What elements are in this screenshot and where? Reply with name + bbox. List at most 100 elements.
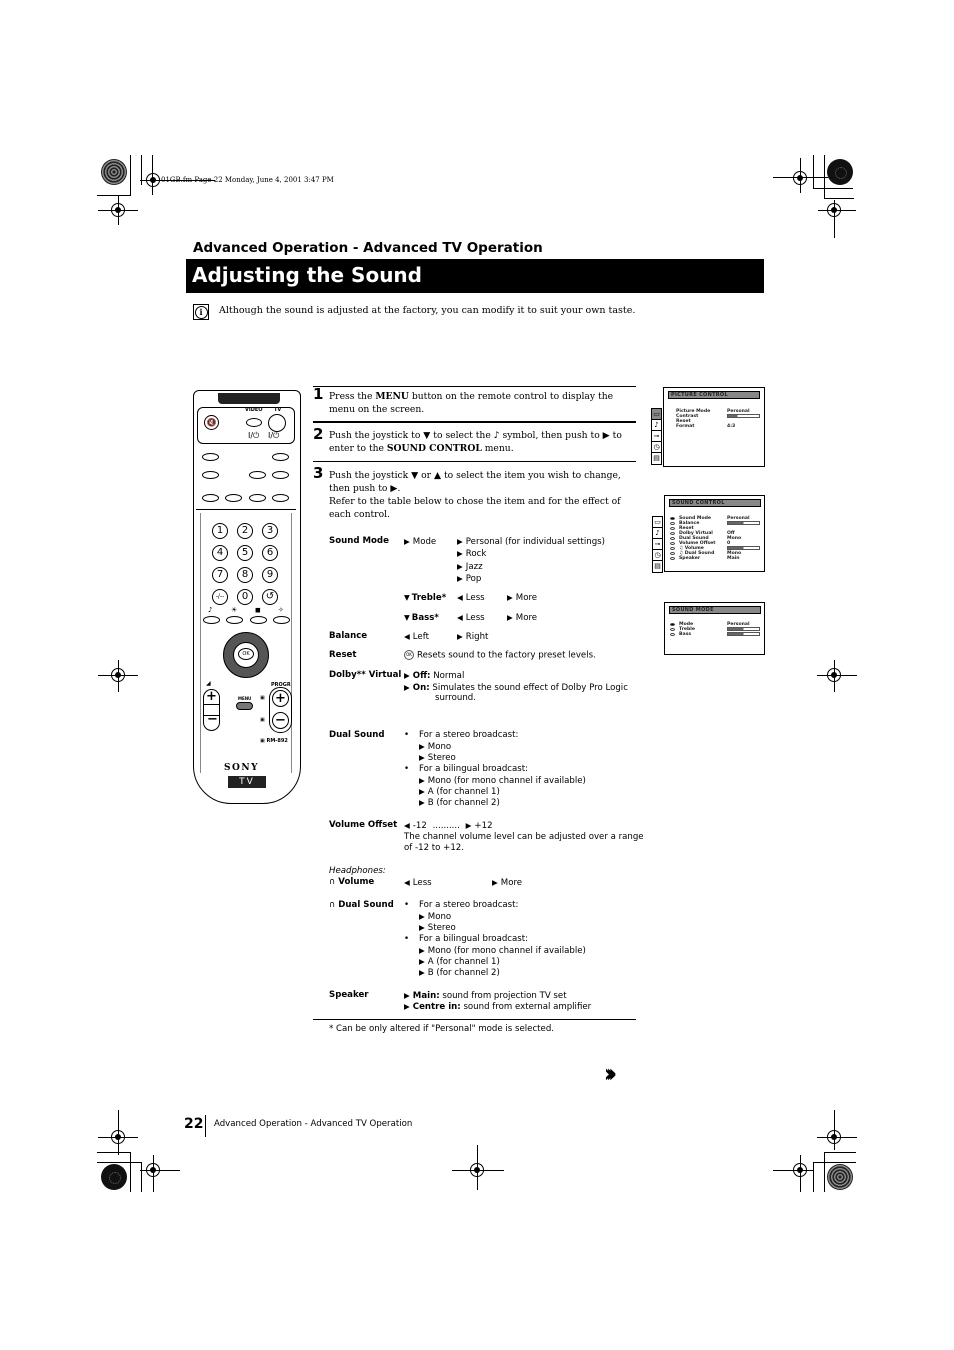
- remote-button: [249, 494, 266, 502]
- remote-model: ▣ RM-892: [260, 738, 288, 744]
- row-label-speaker: Speaker: [329, 990, 369, 1000]
- osd-radio-icon: [670, 532, 675, 535]
- osd-sound-control: SOUND CONTROL Sound Mode Personal Balance R…: [664, 495, 765, 572]
- remote-ir-window: [218, 393, 280, 404]
- joystick: OK: [223, 632, 269, 678]
- osd-sound-mode: SOUND MODE Mode Personal Treble Bass: [664, 602, 765, 655]
- remote-label-tv: TV: [274, 407, 282, 413]
- sun-icon: ☀: [231, 606, 238, 614]
- hp-dual-option: B (for channel 2): [419, 967, 500, 979]
- footnote: * Can be only altered if "Personal" mode…: [329, 1024, 555, 1034]
- number-button: 5: [237, 545, 253, 561]
- mode-option: Jazz: [457, 561, 483, 573]
- registration-mark-icon: [111, 203, 125, 217]
- osd-row-label: Format: [676, 424, 695, 429]
- number-button: 9: [262, 567, 278, 583]
- registration-mark-icon: [793, 171, 807, 185]
- info-icon: i: [193, 304, 209, 320]
- treble-label: Treble*: [404, 592, 446, 604]
- hp-dual-option: Stereo: [419, 922, 456, 934]
- osd-radio-icon: [670, 633, 675, 636]
- registration-mark-icon: [146, 173, 160, 187]
- osd-row-label: Bass: [679, 632, 692, 637]
- more-option: More: [507, 612, 537, 624]
- row-label-dolby: Dolby** Virtual: [329, 670, 402, 680]
- remote-button: [272, 494, 289, 502]
- osd-radio-icon: [670, 628, 675, 631]
- osd-radio-icon: [670, 557, 675, 560]
- number-button: 2: [237, 523, 253, 539]
- row-label-headphone-dual: ∩ Dual Sound: [329, 900, 394, 910]
- mode-option: Rock: [457, 548, 487, 560]
- remote-small-icon: ▣: [260, 695, 265, 701]
- osd-title: SOUND MODE: [669, 606, 761, 614]
- remote-button: [202, 471, 219, 479]
- osd-row-value: Main: [727, 556, 740, 561]
- balance-right: Right: [457, 631, 489, 643]
- setup-icon: ▤: [654, 562, 661, 570]
- more-option: More: [492, 877, 522, 889]
- less-option: Less: [457, 612, 485, 624]
- connector-icon: ⊸: [652, 432, 661, 442]
- number-button: 4: [212, 545, 228, 561]
- menu-button: [236, 702, 253, 710]
- sound-menu-button: [203, 616, 220, 624]
- registration-mark-icon: [146, 1163, 160, 1177]
- note-icon: ♪: [208, 606, 213, 614]
- step-number: 2: [313, 425, 324, 443]
- remote-button: [225, 494, 242, 502]
- page-title: Adjusting the Sound: [186, 259, 764, 293]
- osd-side-menu: ▭ ♪ ⊸ ◷ ▤: [652, 516, 663, 573]
- registration-mark-icon: [470, 1163, 484, 1177]
- headphones-icon: ∩: [329, 900, 336, 910]
- timer-icon: ◷: [652, 443, 661, 453]
- number-button: 7: [212, 567, 228, 583]
- remote-button: [202, 453, 219, 461]
- more-option: More: [507, 592, 537, 604]
- osd-row-value: 4:3: [727, 424, 736, 429]
- registration-target-icon: [101, 1164, 127, 1190]
- osd-title: PICTURE CONTROL: [668, 391, 760, 399]
- osd-bar: [727, 414, 760, 418]
- osd-bar: [727, 632, 760, 636]
- hp-stereo-heading: For a stereo broadcast:: [419, 900, 519, 910]
- registration-mark-icon: [111, 1130, 125, 1144]
- remote-control-illustration: 🔇 VIDEO TV I/⏻ I/⏻ 1 2 3 4 5 6 7 8 9 -/-…: [193, 390, 301, 804]
- number-button: 1: [212, 523, 228, 539]
- ok-button-icon: OK: [404, 650, 414, 660]
- registration-target-icon: [827, 1164, 853, 1190]
- registration-mark-icon: [827, 203, 841, 217]
- registration-mark-icon: [111, 668, 125, 682]
- volume-offset-desc: of -12 to +12.: [404, 843, 465, 853]
- registration-target-icon: [827, 159, 853, 185]
- mode-option: Pop: [457, 573, 482, 585]
- continue-icon: ›››: [604, 1059, 617, 1089]
- number-button: 6: [262, 545, 278, 561]
- menu-label: MENU: [238, 696, 252, 701]
- row-label-dual-sound: Dual Sound: [329, 730, 385, 740]
- number-button: 3: [262, 523, 278, 539]
- tv-badge: TV: [228, 776, 266, 788]
- less-option: Less: [457, 592, 485, 604]
- remote-small-icon: ▣: [260, 717, 265, 723]
- bass-label: Bass*: [404, 612, 439, 624]
- step-1: Press the MENU button on the remote cont…: [329, 391, 614, 415]
- step-3: Push the joystick ▼ or ▲ to select the i…: [329, 470, 621, 520]
- speaker-centre: Centre in: sound from external amplifier: [404, 1001, 591, 1013]
- volume-offset-range: -12 .......... +12: [404, 820, 493, 832]
- less-option: Less: [404, 877, 432, 889]
- osd-radio-icon: [670, 527, 675, 530]
- video-power-button: [246, 418, 262, 427]
- headphones-icon: ∩: [329, 877, 336, 887]
- section-header: Advanced Operation - Advanced TV Operati…: [193, 240, 543, 256]
- footer-text: Advanced Operation - Advanced TV Operati…: [214, 1119, 413, 1129]
- dual-stereo-heading: For a stereo broadcast:: [419, 730, 519, 740]
- registration-target-icon: [101, 159, 127, 185]
- step-number: 1: [313, 385, 324, 403]
- remote-button: [250, 616, 267, 624]
- row-label-sound-mode: Sound Mode: [329, 536, 389, 546]
- remote-button: [273, 616, 290, 624]
- osd-radio-icon: [670, 537, 675, 540]
- number-button: -/--: [212, 589, 228, 605]
- power-label: I/⏻: [268, 431, 280, 440]
